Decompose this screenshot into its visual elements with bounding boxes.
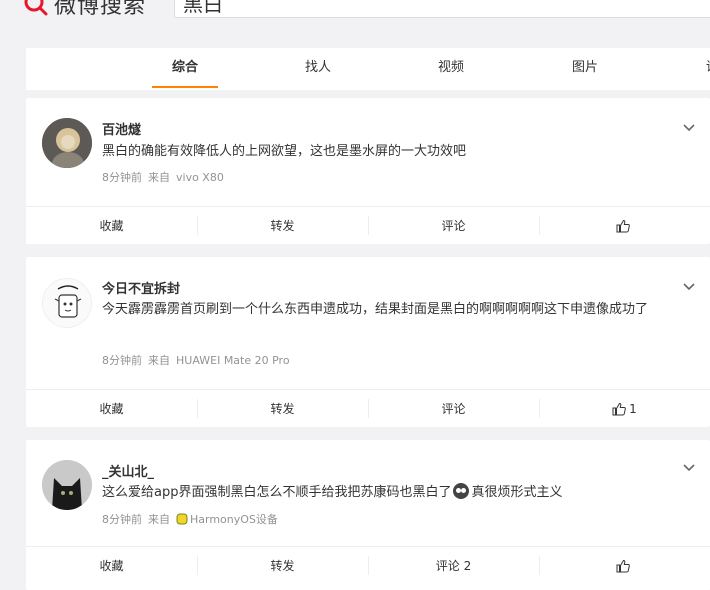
comment-button[interactable]: 评论 2 <box>368 547 539 584</box>
like-count: 1 <box>629 401 637 416</box>
repost-button[interactable]: 转发 <box>197 207 368 244</box>
like-button[interactable] <box>539 207 710 244</box>
source-prefix: 来自 <box>148 513 170 526</box>
search-input[interactable] <box>174 0 710 18</box>
post-actions: 收藏 转发 评论 2 <box>26 546 710 584</box>
logo-text: 微博搜索 <box>54 0 147 19</box>
post-text: 黑白的确能有效降低人的上网欲望，这也是墨水屏的一大功效吧 <box>102 144 467 159</box>
post-actions: 收藏 转发 评论 <box>26 206 710 244</box>
post-text: 这么爱给app界面强制黑白怎么不顺手给我把苏康码也黑白了 真很烦形式主义 <box>102 480 674 506</box>
post-text-part: 真很烦形式主义 <box>471 485 563 500</box>
post-card: 百池燧 黑白的确能有效降低人的上网欲望，这也是墨水屏的一大功效吧 8分钟前 来自… <box>26 98 710 244</box>
favorite-button[interactable]: 收藏 <box>26 390 197 427</box>
post-meta: 8分钟前 来自 vivo X80 <box>102 169 230 185</box>
post-text-part: 这么爱给app界面强制黑白怎么不顺手给我把苏康码也黑白了 <box>102 485 452 500</box>
emoji-icon <box>453 483 470 499</box>
thumbs-up-icon <box>616 219 630 232</box>
repost-button[interactable]: 转发 <box>197 390 368 427</box>
thumbs-up-icon <box>612 402 627 415</box>
avatar-image <box>42 460 92 510</box>
post-actions: 收藏 转发 评论 1 <box>26 389 710 427</box>
tab-all[interactable]: 综合 <box>151 48 219 90</box>
post-card: 今日不宜拆封 今天霹雳霹雳首页刷到一个什么东西申遗成功，结果封面是黑白的啊啊啊啊… <box>26 257 710 427</box>
favorite-button[interactable]: 收藏 <box>26 547 197 584</box>
source-prefix: 来自 <box>148 171 170 184</box>
post-source[interactable]: vivo X80 <box>176 171 224 184</box>
tab-topics[interactable]: 话 <box>706 48 710 90</box>
post-text: 今天霹雳霹雳首页刷到一个什么东西申遗成功，结果封面是黑白的啊啊啊啊啊这下申遗像成… <box>102 302 649 317</box>
like-button[interactable]: 1 <box>539 390 710 427</box>
post-time[interactable]: 8分钟前 <box>102 511 142 527</box>
favorite-button[interactable]: 收藏 <box>26 207 197 244</box>
avatar[interactable] <box>42 460 92 510</box>
search-logo-icon <box>24 0 48 16</box>
top-bar: 微博搜索 <box>0 0 710 20</box>
user-name[interactable]: _关山北_ <box>102 461 154 480</box>
user-name[interactable]: 百池燧 <box>102 119 141 138</box>
tab-videos[interactable]: 视频 <box>438 48 464 90</box>
post-time[interactable]: 8分钟前 <box>102 169 142 185</box>
comment-button[interactable]: 评论 <box>368 390 539 427</box>
like-button[interactable] <box>539 547 710 584</box>
post-source[interactable]: HarmonyOS设备 <box>190 511 278 527</box>
user-name[interactable]: 今日不宜拆封 <box>102 278 180 297</box>
tab-users[interactable]: 找人 <box>305 48 331 90</box>
avatar[interactable] <box>42 118 92 168</box>
post-meta: 8分钟前 来自 HarmonyOS设备 <box>102 511 284 527</box>
harmonyos-device-icon <box>176 513 188 525</box>
source-prefix: 来自 <box>148 354 170 367</box>
tab-images[interactable]: 图片 <box>572 48 598 90</box>
chevron-down-icon[interactable] <box>682 461 696 475</box>
chevron-down-icon[interactable] <box>682 121 696 135</box>
post-card: _关山北_ 这么爱给app界面强制黑白怎么不顺手给我把苏康码也黑白了 真很烦形式主… <box>26 440 710 590</box>
avatar[interactable] <box>42 278 92 328</box>
comment-button[interactable]: 评论 <box>368 207 539 244</box>
post-time[interactable]: 8分钟前 <box>102 352 142 368</box>
post-meta: 8分钟前 来自 HUAWEI Mate 20 Pro <box>102 352 296 368</box>
post-source[interactable]: HUAWEI Mate 20 Pro <box>176 354 290 367</box>
avatar-image <box>42 118 92 168</box>
chevron-down-icon[interactable] <box>682 280 696 294</box>
repost-button[interactable]: 转发 <box>197 547 368 584</box>
avatar-image <box>43 279 91 327</box>
thumbs-up-icon <box>616 559 630 572</box>
weibo-search-logo[interactable]: 微博搜索 <box>24 0 146 20</box>
search-tabs: 综合 找人 视频 图片 话 <box>26 48 710 90</box>
